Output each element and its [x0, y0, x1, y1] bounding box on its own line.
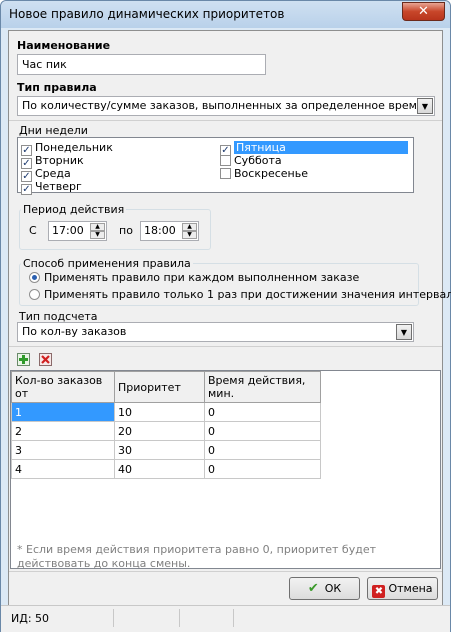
table-cell[interactable]: 10: [114, 402, 205, 422]
name-label: Наименование: [17, 39, 111, 52]
time-from-value: 17:00: [52, 224, 84, 237]
day-wednesday[interactable]: ✓ Среда: [21, 167, 71, 182]
day-label: Среда: [35, 167, 71, 180]
table-cell[interactable]: 0: [204, 459, 321, 479]
cancel-label: Отмена: [388, 582, 433, 595]
time-to-value: 18:00: [144, 224, 176, 237]
table-cell[interactable]: 3: [11, 440, 115, 460]
rule-type-select[interactable]: По количеству/сумме заказов, выполненных…: [17, 96, 435, 116]
count-type-value: По кол-ву заказов: [22, 325, 127, 338]
table-cell[interactable]: 4: [11, 459, 115, 479]
table-cell[interactable]: 20: [114, 421, 205, 441]
radio-unselected-icon[interactable]: [29, 289, 40, 300]
table-cell[interactable]: 1: [11, 402, 115, 422]
day-tuesday[interactable]: ✓ Вторник: [21, 154, 84, 169]
day-label: Вторник: [35, 154, 84, 167]
period-from-label: С: [29, 224, 37, 237]
table-header-row: Кол-во заказов от Приоритет Время действ…: [11, 371, 321, 403]
chevron-down-icon[interactable]: ▼: [417, 98, 433, 114]
time-to-spinner[interactable]: 18:00 ▲ ▼: [140, 221, 199, 241]
ok-label: ОК: [324, 582, 342, 595]
add-row-icon[interactable]: [17, 353, 30, 366]
time-from-spinner[interactable]: 17:00 ▲ ▼: [48, 221, 107, 241]
priority-table[interactable]: Кол-во заказов от Приоритет Время действ…: [11, 371, 321, 479]
checkbox-checked-icon[interactable]: ✓: [21, 184, 32, 195]
column-header[interactable]: Приоритет: [114, 371, 205, 403]
table-row[interactable]: 1 10 0: [11, 402, 321, 422]
dialog-body: Наименование Час пик Тип правила По коли…: [8, 30, 451, 626]
title-bar[interactable]: Новое правило динамических приоритетов ✕: [1, 1, 450, 28]
count-type-select[interactable]: По кол-ву заказов ▼: [17, 322, 414, 342]
status-separator: [179, 609, 180, 627]
day-monday[interactable]: ✓ Понедельник: [21, 141, 113, 156]
close-icon: ✕: [418, 4, 429, 19]
spin-up-icon[interactable]: ▲: [90, 223, 105, 231]
day-label: Четверг: [35, 180, 82, 193]
rule-type-label: Тип правила: [17, 81, 97, 94]
status-separator: [233, 609, 234, 627]
rule-type-value: По количеству/сумме заказов, выполненных…: [22, 99, 424, 112]
day-label: Пятница: [234, 141, 408, 154]
table-cell[interactable]: 0: [204, 440, 321, 460]
radio-label: Применять правило при каждом выполненном…: [44, 271, 360, 284]
weekdays-list[interactable]: ✓ Понедельник ✓ Вторник ✓ Среда ✓ Четверг ✓ П…: [17, 137, 414, 195]
spin-up-icon[interactable]: ▲: [182, 223, 197, 231]
day-label: Понедельник: [35, 141, 113, 154]
table-cell[interactable]: 0: [204, 402, 321, 422]
day-thursday[interactable]: ✓ Четверг: [21, 180, 82, 195]
divider: [9, 571, 442, 572]
day-sunday[interactable]: Воскресенье: [220, 167, 308, 180]
table-row[interactable]: 3 30 0: [11, 440, 321, 460]
close-button[interactable]: ✕: [402, 2, 445, 21]
table-row[interactable]: 4 40 0: [11, 459, 321, 479]
day-label: Суббота: [234, 154, 282, 167]
table-cell[interactable]: 30: [114, 440, 205, 460]
table-cell[interactable]: 0: [204, 421, 321, 441]
day-label: Воскресенье: [234, 167, 308, 180]
dialog-window: Новое правило динамических приоритетов ✕…: [0, 0, 451, 632]
cancel-icon: ✖: [372, 585, 386, 598]
checkbox-unchecked-icon[interactable]: [220, 155, 231, 166]
radio-label: Применять правило только 1 раз при дости…: [44, 288, 451, 301]
divider: [9, 120, 442, 121]
spin-down-icon[interactable]: ▼: [90, 231, 105, 239]
day-saturday[interactable]: Суббота: [220, 154, 282, 167]
radio-each-order[interactable]: Применять правило при каждом выполненном…: [29, 271, 359, 284]
day-friday[interactable]: ✓ Пятница: [220, 141, 410, 156]
name-input[interactable]: Час пик: [17, 54, 266, 75]
ok-button[interactable]: ✔ ОК: [289, 577, 360, 600]
checkbox-unchecked-icon[interactable]: [220, 168, 231, 179]
table-cell[interactable]: 40: [114, 459, 205, 479]
footnote: * Если время действия приоритета равно 0…: [17, 543, 376, 570]
table-cell[interactable]: 2: [11, 421, 115, 441]
weekdays-label: Дни недели: [19, 124, 88, 137]
priority-table-area[interactable]: Кол-во заказов от Приоритет Время действ…: [10, 370, 441, 569]
table-row[interactable]: 2 20 0: [11, 421, 321, 441]
column-header[interactable]: Кол-во заказов от: [11, 371, 115, 403]
cancel-button[interactable]: ✖ Отмена: [367, 577, 438, 600]
divider: [9, 346, 442, 347]
delete-row-icon[interactable]: [39, 353, 52, 366]
radio-once[interactable]: Применять правило только 1 раз при дости…: [29, 288, 451, 301]
window-title: Новое правило динамических приоритетов: [9, 7, 285, 21]
period-label: Период действия: [21, 203, 127, 216]
radio-selected-icon[interactable]: [29, 272, 40, 283]
apply-method-label: Способ применения правила: [21, 257, 193, 270]
period-to-label: по: [119, 224, 133, 237]
column-header[interactable]: Время действия, мин.: [204, 371, 321, 403]
checkmark-icon: ✔: [307, 581, 319, 596]
status-bar: ИД: 50: [1, 605, 450, 632]
chevron-down-icon[interactable]: ▼: [396, 324, 412, 340]
spin-down-icon[interactable]: ▼: [182, 231, 197, 239]
status-id: ИД: 50: [11, 612, 50, 625]
status-separator: [113, 609, 114, 627]
